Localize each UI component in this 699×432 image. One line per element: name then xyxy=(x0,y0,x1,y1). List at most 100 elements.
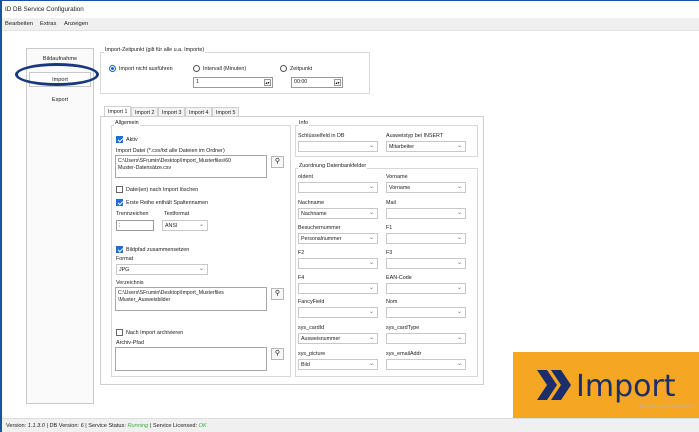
import-file-field[interactable]: C:\Users\SFrumin\Desktop\Import_Musterfi… xyxy=(115,155,267,178)
mapping-select[interactable]: ⌄ xyxy=(298,307,378,318)
mapping-label: F2 xyxy=(298,250,305,256)
mapping-select[interactable]: Nachname ⌄ xyxy=(298,208,378,219)
service-status-value: Running xyxy=(127,423,149,429)
format-select[interactable]: JPG ⌄ xyxy=(116,264,208,275)
idtype-label: Ausweistyp bei INSERT xyxy=(386,133,444,139)
search-icon[interactable]: ⚲ xyxy=(271,156,284,168)
mapping-label: oIdent xyxy=(298,174,313,180)
mapping-select[interactable]: ⌄ xyxy=(298,283,378,294)
first-row-header-checkbox[interactable] xyxy=(116,199,123,206)
mapping-value: Bild xyxy=(301,362,310,368)
chevron-down-icon: ⌄ xyxy=(456,309,462,315)
interval-value: 1 xyxy=(196,79,199,85)
active-checkbox[interactable] xyxy=(116,136,123,143)
chevron-down-icon: ⌄ xyxy=(456,184,462,190)
time-picker[interactable]: 00:00 ▴▾ xyxy=(291,77,343,88)
idtype-value: Mitarbeiter xyxy=(389,144,415,150)
archive-label: Nach Import archivieren xyxy=(126,330,184,336)
chevron-down-icon: ⌄ xyxy=(456,235,462,241)
import-file-path-line-2: Muster-Datensätze.csv xyxy=(118,164,172,171)
mapping-select[interactable]: ⌄ xyxy=(386,208,466,219)
mapping-label: sys_cardId xyxy=(298,325,325,331)
save-settings-hint[interactable]: Einstellungen speichern xyxy=(640,404,693,410)
mapping-select[interactable]: Personalnummer ⌄ xyxy=(298,233,378,244)
key-field-select[interactable]: ⌄ xyxy=(298,141,378,152)
mapping-label: FancyField xyxy=(298,299,325,305)
archive-path-field[interactable] xyxy=(115,347,267,371)
separator-label: Trennzeichen xyxy=(116,211,149,217)
directory-label: Verzeichnis xyxy=(116,280,144,286)
service-licensed-value: OK xyxy=(198,423,207,429)
interval-stepper[interactable]: 1 ▴▾ xyxy=(193,77,273,88)
sidebar-item-export[interactable]: Export xyxy=(29,93,91,108)
mapping-select[interactable]: ⌄ xyxy=(386,233,466,244)
highlight-ring xyxy=(15,63,99,86)
menu-bar: Bearbeiten Extras Anzeigen xyxy=(2,18,699,31)
db-version-value: 6 xyxy=(80,423,84,429)
radio-time[interactable] xyxy=(280,65,287,72)
directory-field[interactable]: C:\Users\SFrumin\Desktop\Import_Musterfi… xyxy=(115,287,267,311)
mapping-select[interactable]: ⌄ xyxy=(298,182,378,193)
chevron-down-icon: ⌄ xyxy=(368,361,374,367)
mapping-select[interactable]: ⌄ xyxy=(386,333,466,344)
textformat-select[interactable]: ANSI ⌄ xyxy=(162,220,208,231)
mapping-value: Vorname xyxy=(389,185,411,191)
radio-interval[interactable] xyxy=(193,65,200,72)
separator-input[interactable]: ; xyxy=(116,220,154,231)
mapping-label: sys_emailAddr xyxy=(386,351,422,357)
compose-path-label: Bildpfad zusammensetzen xyxy=(126,247,190,253)
idtype-select[interactable]: Mitarbeiter ⌄ xyxy=(386,141,466,152)
search-icon[interactable]: ⚲ xyxy=(271,288,284,300)
window-title: ID DB Service Configuration xyxy=(2,2,699,18)
import-file-path-line-1: C:\Users\SFrumin\Desktop\Import_Musterfi… xyxy=(118,158,232,164)
chevron-down-icon: ⌄ xyxy=(456,260,462,266)
radio-no-import[interactable] xyxy=(109,65,116,72)
mapping-select[interactable]: ⌄ xyxy=(386,283,466,294)
mapping-group-label: Zuordnung Datenbankfelder xyxy=(298,163,368,169)
chevron-down-icon: ⌄ xyxy=(456,361,462,367)
mapping-select[interactable]: ⌄ xyxy=(386,307,466,318)
directory-path-line-2: \Muster_Ausweisbilder xyxy=(118,296,171,303)
mapping-label: EAN-Code xyxy=(386,275,412,281)
menu-bearbeiten[interactable]: Bearbeiten xyxy=(5,21,33,27)
chevron-down-icon: ⌄ xyxy=(368,309,374,315)
chevron-down-icon: ⌄ xyxy=(368,235,374,241)
chevron-down-icon: ⌄ xyxy=(456,335,462,341)
service-status-label: Service Status: xyxy=(88,423,126,429)
compose-path-checkbox[interactable] xyxy=(116,246,123,253)
mapping-select[interactable]: ⌄ xyxy=(298,258,378,269)
first-row-header-label: Erste Reihe enthält Spaltennamen xyxy=(126,200,209,206)
search-icon[interactable]: ⚲ xyxy=(271,348,284,360)
mapping-select[interactable]: ⌄ xyxy=(386,258,466,269)
delete-after-import-label: Datei(en) nach Import löschen xyxy=(126,187,199,193)
chevron-down-icon: ⌄ xyxy=(456,143,462,149)
spinner-arrows-icon[interactable]: ▴▾ xyxy=(264,79,271,86)
mapping-select[interactable]: ⌄ xyxy=(386,359,466,370)
time-value: 00:00 xyxy=(294,79,308,85)
schedule-group-label: Import-Zeitpunkt (gilt für alle u.a. Imp… xyxy=(104,47,206,53)
spinner-arrows-icon[interactable]: ▴▾ xyxy=(334,79,341,86)
service-licensed-label: Service Licensed: xyxy=(152,423,197,429)
info-group-label: Info xyxy=(298,120,309,126)
double-chevron-icon xyxy=(537,370,571,400)
mapping-select[interactable]: Ausweisnummer ⌄ xyxy=(298,333,378,344)
version-label: Version: xyxy=(6,423,27,429)
mapping-label: Vorname xyxy=(386,174,408,180)
mapping-select[interactable]: Vorname ⌄ xyxy=(386,182,466,193)
chevron-down-icon: ⌄ xyxy=(368,184,374,190)
menu-extras[interactable]: Extras xyxy=(40,21,56,27)
mapping-value: Ausweisnummer xyxy=(301,336,341,342)
archive-path-label: Archiv-Pfad xyxy=(116,340,144,346)
mapping-label: F4 xyxy=(298,275,305,281)
banner-text: Import xyxy=(576,369,676,404)
radio-interval-label: Intervall (Minuten) xyxy=(203,66,247,72)
textformat-value: ANSI xyxy=(165,223,178,229)
mapping-select[interactable]: Bild ⌄ xyxy=(298,359,378,370)
db-version-label: DB Version: xyxy=(49,423,79,429)
menu-anzeigen[interactable]: Anzeigen xyxy=(64,21,88,27)
mapping-value: Personalnummer xyxy=(301,236,342,242)
chevron-down-icon: ⌄ xyxy=(368,335,374,341)
delete-after-import-checkbox[interactable] xyxy=(116,186,123,193)
import-file-label: Import Datei (*.csv/txt alle Dateien im … xyxy=(116,148,225,154)
archive-checkbox[interactable] xyxy=(116,329,123,336)
